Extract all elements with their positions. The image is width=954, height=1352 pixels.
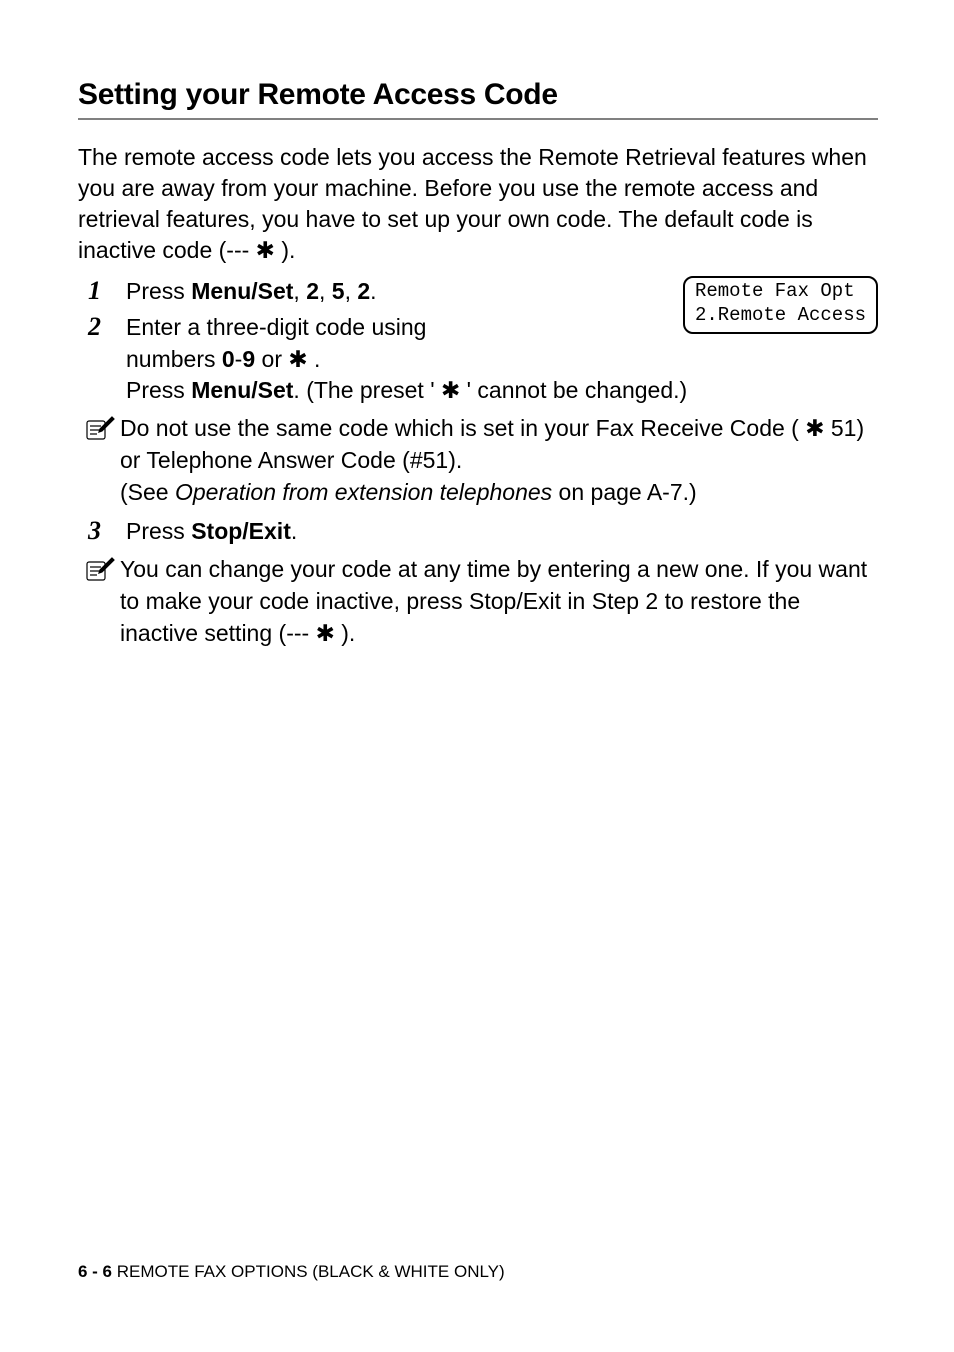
step2-9: 9 bbox=[242, 346, 255, 372]
sep3: , bbox=[345, 278, 358, 304]
note-2-text: You can change your code at any time by … bbox=[120, 554, 878, 649]
title-underline bbox=[78, 118, 878, 120]
step-2: 2 Enter a three-digit code using numbers… bbox=[78, 312, 878, 407]
footer-page-number: 6 - 6 bbox=[78, 1262, 112, 1281]
step1-menuset: Menu/Set bbox=[191, 278, 293, 304]
step1-press: Press bbox=[126, 278, 191, 304]
step1-end: . bbox=[370, 278, 376, 304]
pencil-note-icon bbox=[84, 556, 116, 584]
note1-hash51: #51 bbox=[410, 447, 448, 473]
note-2: You can change your code at any time by … bbox=[78, 554, 878, 649]
step2-0: 0 bbox=[222, 346, 235, 372]
step-number-3: 3 bbox=[78, 516, 126, 546]
note2-l3: ). bbox=[335, 620, 355, 646]
step2-or: or bbox=[255, 346, 288, 372]
note1-51: 51 bbox=[825, 415, 857, 441]
note1-see: (See bbox=[120, 479, 175, 505]
note1-pageref: on page A-7.) bbox=[552, 479, 697, 505]
step-1-text: Press Menu/Set, 2, 5, 2. bbox=[126, 276, 598, 308]
step2-menuset: Menu/Set bbox=[191, 377, 293, 403]
intro-paragraph: The remote access code lets you access t… bbox=[78, 142, 878, 266]
lcd-line1: Remote Fax Opt bbox=[695, 280, 855, 302]
step-number-1: 1 bbox=[78, 276, 126, 306]
sep1: , bbox=[293, 278, 306, 304]
note1-l1c: ). bbox=[448, 447, 462, 473]
step1-2a: 2 bbox=[306, 278, 319, 304]
note-1: Do not use the same code which is set in… bbox=[78, 413, 878, 508]
step1-5: 5 bbox=[332, 278, 345, 304]
step2-rest1: . (The preset ' bbox=[293, 377, 441, 403]
step3-press: Press bbox=[126, 518, 191, 544]
pencil-note-icon bbox=[84, 415, 116, 443]
step-3-text: Press Stop/Exit. bbox=[126, 516, 878, 548]
step-3: 3 Press Stop/Exit. bbox=[78, 516, 878, 548]
page-footer: 6 - 6 REMOTE FAX OPTIONS (BLACK & WHITE … bbox=[78, 1262, 505, 1282]
note-icon bbox=[78, 413, 120, 443]
note1-ref-link[interactable]: Operation from extension telephones bbox=[175, 479, 552, 505]
intro-text-part: The remote access code lets you access t… bbox=[78, 144, 867, 263]
note1-l1: Do not use the same code which is set in… bbox=[120, 415, 805, 441]
step3-stopexit: Stop/Exit bbox=[191, 518, 291, 544]
page-title: Setting your Remote Access Code bbox=[78, 78, 878, 112]
step2-rest2: ' cannot be changed.) bbox=[460, 377, 687, 403]
star-icon: ✱ bbox=[316, 618, 335, 650]
intro-close: ). bbox=[275, 237, 295, 263]
note-icon bbox=[78, 554, 120, 584]
step1-2b: 2 bbox=[357, 278, 370, 304]
footer-chapter-title: REMOTE FAX OPTIONS (BLACK & WHITE ONLY) bbox=[117, 1262, 505, 1281]
step2-dot: . bbox=[308, 346, 321, 372]
sep2: , bbox=[319, 278, 332, 304]
note-1-text: Do not use the same code which is set in… bbox=[120, 413, 878, 508]
star-icon: ✱ bbox=[441, 375, 460, 407]
step3-end: . bbox=[291, 518, 297, 544]
step2-press: Press bbox=[126, 377, 191, 403]
step-number-2: 2 bbox=[78, 312, 126, 342]
step-1: 1 Press Menu/Set, 2, 5, 2. Remote Fax Op… bbox=[78, 276, 878, 308]
star-icon: ✱ bbox=[288, 344, 307, 376]
note2-stopexit: Stop/Exit bbox=[469, 588, 561, 614]
star-icon: ✱ bbox=[805, 413, 824, 445]
step-2-text: Enter a three-digit code using numbers 0… bbox=[126, 312, 878, 407]
star-icon: ✱ bbox=[256, 235, 275, 266]
